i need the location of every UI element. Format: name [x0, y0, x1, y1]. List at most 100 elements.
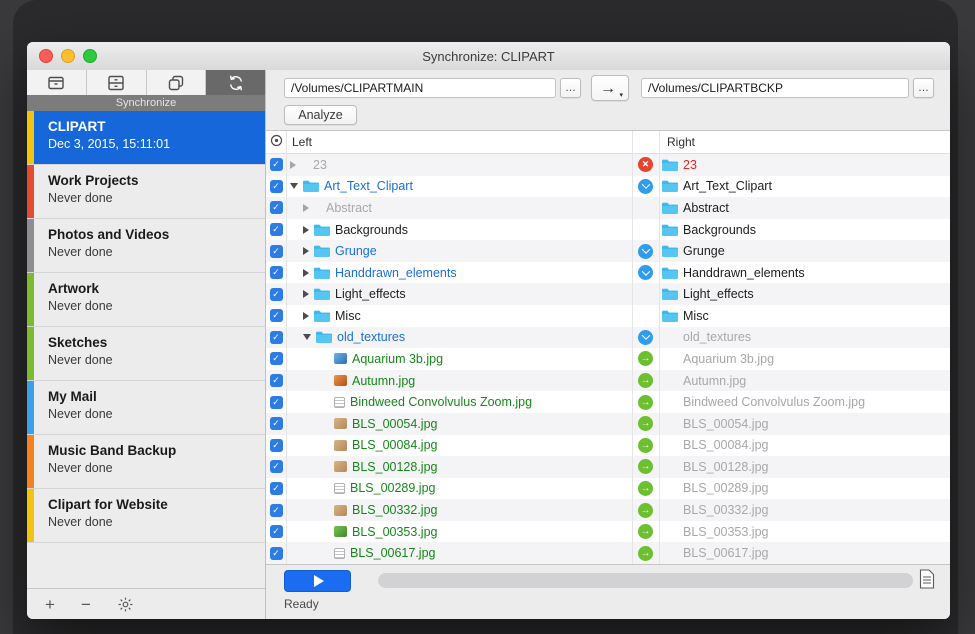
- file-row[interactable]: ✓MiscMisc: [266, 305, 950, 327]
- folder-icon: [662, 310, 678, 322]
- file-row[interactable]: ✓23✕23: [266, 154, 950, 176]
- profile-item[interactable]: Work ProjectsNever done: [27, 165, 265, 219]
- row-checkbox[interactable]: ✓: [270, 245, 283, 258]
- file-row[interactable]: ✓Light_effectsLight_effects: [266, 283, 950, 305]
- remove-profile-button[interactable]: −: [81, 596, 91, 613]
- tab-drawer-box[interactable]: [87, 70, 147, 95]
- folder-icon: [662, 267, 678, 279]
- profile-item[interactable]: Photos and VideosNever done: [27, 219, 265, 273]
- right-path-input[interactable]: [641, 78, 909, 98]
- file-row[interactable]: ✓AbstractAbstract: [266, 197, 950, 219]
- left-item-name: BLS_00054.jpg: [352, 417, 438, 431]
- disclosure-collapsed-icon[interactable]: [303, 269, 309, 277]
- log-document-icon[interactable]: [919, 569, 935, 589]
- profile-item[interactable]: Music Band BackupNever done: [27, 435, 265, 489]
- file-row[interactable]: ✓BLS_00054.jpg→BLS_00054.jpg: [266, 413, 950, 435]
- row-checkbox[interactable]: ✓: [270, 158, 283, 171]
- copy-status-icon: →: [638, 503, 653, 518]
- fullscreen-button[interactable]: [83, 49, 97, 63]
- minimize-button[interactable]: [61, 49, 75, 63]
- file-row[interactable]: ✓old_texturesold_textures: [266, 327, 950, 349]
- file-row[interactable]: ✓BLS_00617.jpg→BLS_00617.jpg: [266, 542, 950, 564]
- tab-copy[interactable]: [147, 70, 207, 95]
- file-row[interactable]: ✓Autumn.jpg→Autumn.jpg: [266, 370, 950, 392]
- copy-status-icon: →: [638, 546, 653, 561]
- file-row[interactable]: ✓Bindweed Convolvulus Zoom.jpg→Bindweed …: [266, 391, 950, 413]
- row-checkbox[interactable]: ✓: [270, 180, 283, 193]
- copy-status-icon: →: [638, 395, 653, 410]
- file-row[interactable]: ✓BackgroundsBackgrounds: [266, 219, 950, 241]
- profile-name: Music Band Backup: [48, 443, 259, 458]
- archive-box-icon: [45, 72, 67, 94]
- sidebar-footer: + −: [27, 588, 265, 619]
- row-checkbox[interactable]: ✓: [270, 288, 283, 301]
- copy-status-icon: →: [638, 373, 653, 388]
- add-profile-button[interactable]: +: [45, 596, 55, 613]
- file-compare-panel: Left Right ✓23✕23✓Art_Text_ClipartArt_Te…: [266, 130, 950, 565]
- left-item-name: Grunge: [335, 244, 377, 258]
- disclosure-collapsed-icon[interactable]: [303, 247, 309, 255]
- desktop-background: Synchronize: CLIPART Synchronize CLIPART…: [0, 0, 975, 634]
- left-column-header[interactable]: Left: [286, 135, 632, 149]
- chevron-down-icon: ▾: [619, 91, 623, 99]
- profile-item[interactable]: SketchesNever done: [27, 327, 265, 381]
- row-checkbox[interactable]: ✓: [270, 331, 283, 344]
- row-checkbox[interactable]: ✓: [270, 417, 283, 430]
- file-row[interactable]: ✓GrungeGrunge: [266, 240, 950, 262]
- folder-icon: [314, 310, 330, 322]
- disclosure-expanded-icon[interactable]: [303, 334, 311, 340]
- row-checkbox[interactable]: ✓: [270, 482, 283, 495]
- select-all-icon[interactable]: [270, 134, 283, 150]
- disclosure-collapsed-icon[interactable]: [303, 226, 309, 234]
- tab-archive-box[interactable]: [27, 70, 87, 95]
- row-checkbox[interactable]: ✓: [270, 223, 283, 236]
- start-sync-button[interactable]: [284, 570, 351, 592]
- file-row[interactable]: ✓BLS_00353.jpg→BLS_00353.jpg: [266, 521, 950, 543]
- close-button[interactable]: [39, 49, 53, 63]
- file-row[interactable]: ✓BLS_00084.jpg→BLS_00084.jpg: [266, 435, 950, 457]
- row-checkbox[interactable]: ✓: [270, 352, 283, 365]
- disclosure-collapsed-icon[interactable]: [303, 204, 309, 212]
- file-row[interactable]: ✓BLS_00289.jpg→BLS_00289.jpg: [266, 478, 950, 500]
- folder-icon: [316, 331, 332, 343]
- profile-item[interactable]: My MailNever done: [27, 381, 265, 435]
- gear-icon[interactable]: [117, 596, 134, 613]
- window-title: Synchronize: CLIPART: [27, 49, 950, 64]
- copy-status-icon: →: [638, 438, 653, 453]
- profile-item[interactable]: ArtworkNever done: [27, 273, 265, 327]
- traffic-lights: [39, 42, 97, 70]
- disclosure-collapsed-icon[interactable]: [303, 290, 309, 298]
- profile-last-sync: Never done: [48, 245, 259, 259]
- profile-item[interactable]: Clipart for WebsiteNever done: [27, 489, 265, 543]
- row-checkbox[interactable]: ✓: [270, 439, 283, 452]
- browse-left-button[interactable]: …: [560, 78, 581, 98]
- file-row[interactable]: ✓Art_Text_ClipartArt_Text_Clipart: [266, 176, 950, 198]
- left-path-input[interactable]: [284, 78, 556, 98]
- left-item-name: BLS_00353.jpg: [352, 525, 438, 539]
- row-checkbox[interactable]: ✓: [270, 396, 283, 409]
- file-row[interactable]: ✓Handdrawn_elementsHanddrawn_elements: [266, 262, 950, 284]
- file-row[interactable]: ✓Aquarium 3b.jpg→Aquarium 3b.jpg: [266, 348, 950, 370]
- disclosure-collapsed-icon[interactable]: [303, 312, 309, 320]
- file-row[interactable]: ✓BLS_00128.jpg→BLS_00128.jpg: [266, 456, 950, 478]
- row-checkbox[interactable]: ✓: [270, 525, 283, 538]
- analyze-button[interactable]: Analyze: [284, 105, 357, 125]
- folder-icon: [314, 245, 330, 257]
- profile-item[interactable]: CLIPARTDec 3, 2015, 15:11:01: [27, 111, 265, 165]
- disclosure-expanded-icon[interactable]: [290, 183, 298, 189]
- browse-right-button[interactable]: …: [913, 78, 934, 98]
- disclosure-collapsed-icon[interactable]: [290, 161, 296, 169]
- left-item-name: Light_effects: [335, 287, 406, 301]
- row-checkbox[interactable]: ✓: [270, 547, 283, 560]
- tab-sync-arrows[interactable]: [206, 70, 265, 95]
- row-checkbox[interactable]: ✓: [270, 504, 283, 517]
- left-item-name: Bindweed Convolvulus Zoom.jpg: [350, 395, 532, 409]
- row-checkbox[interactable]: ✓: [270, 309, 283, 322]
- row-checkbox[interactable]: ✓: [270, 201, 283, 214]
- row-checkbox[interactable]: ✓: [270, 266, 283, 279]
- row-checkbox[interactable]: ✓: [270, 374, 283, 387]
- right-column-header[interactable]: Right: [659, 135, 950, 149]
- file-row[interactable]: ✓BLS_00332.jpg→BLS_00332.jpg: [266, 499, 950, 521]
- row-checkbox[interactable]: ✓: [270, 460, 283, 473]
- sync-direction-button[interactable]: → ▾: [591, 75, 629, 101]
